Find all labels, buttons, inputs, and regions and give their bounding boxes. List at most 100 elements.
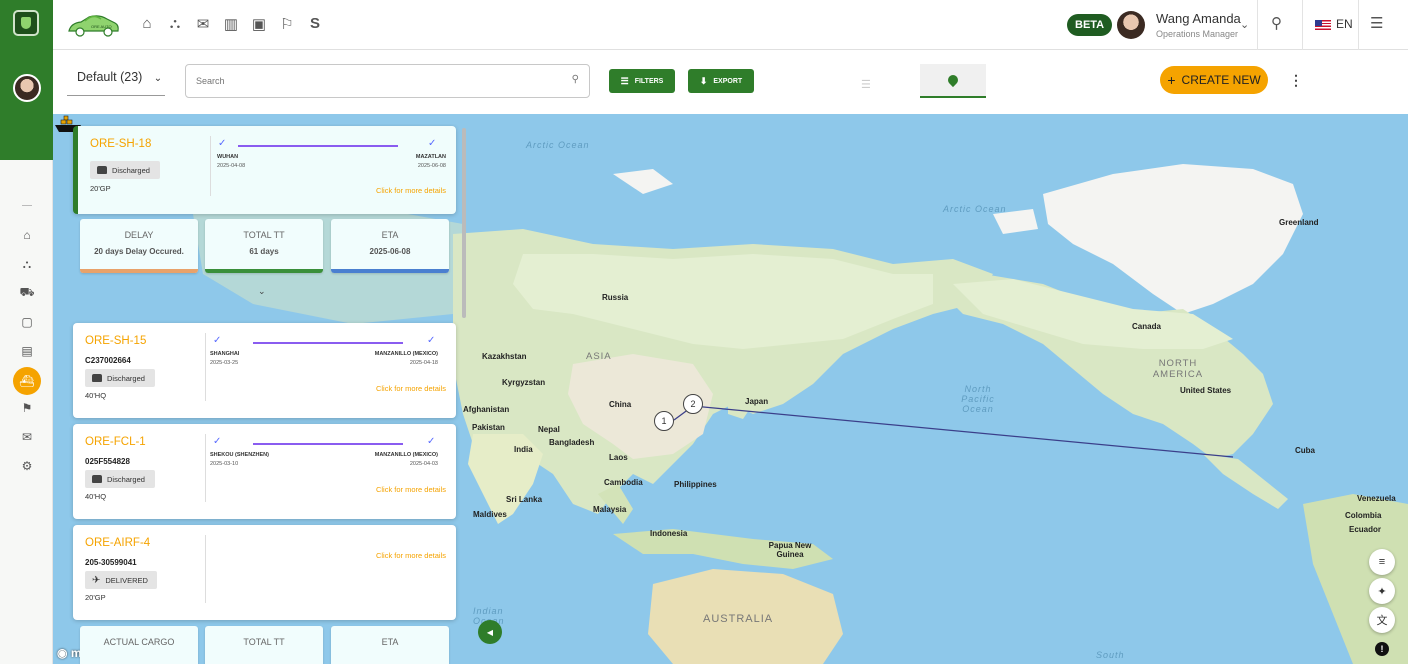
home-icon[interactable]: ⌂ <box>16 224 38 246</box>
shipment-card[interactable]: ORE-AIRF-4 205-30599041 ✈ DELIVERED 20'GP… <box>73 525 456 620</box>
shipment-id[interactable]: ORE-AIRF-4 <box>85 537 150 549</box>
flag-icon[interactable]: ⚑ <box>16 397 38 419</box>
map-cluster-marker[interactable]: 2 <box>683 394 703 414</box>
brand-car-logo[interactable]: ORE AUTO <box>65 11 121 39</box>
kpi-value: 2025-06-08 <box>369 247 411 256</box>
map-label-laos: Laos <box>609 453 628 462</box>
route-progress <box>238 145 398 147</box>
mail-icon[interactable]: ✉ <box>193 15 213 33</box>
rail-avatar[interactable] <box>13 74 41 102</box>
shipment-icon[interactable]: ⛴ <box>13 367 41 395</box>
search-field[interactable]: ⚲ <box>185 64 590 98</box>
us-flag-icon[interactable] <box>1315 20 1331 30</box>
export-button[interactable]: ⬇ EXPORT <box>688 69 754 93</box>
logo-mark-icon <box>21 17 31 29</box>
legend-icon[interactable]: ≡ <box>1369 549 1395 575</box>
status-label: Discharged <box>112 165 150 175</box>
s-icon[interactable]: S <box>305 15 325 32</box>
home-icon[interactable]: ⌂ <box>137 15 157 32</box>
container-type: 20'GP <box>90 184 111 193</box>
card-divider <box>205 333 206 401</box>
destination-date: 2025-06-08 <box>417 163 446 169</box>
map-label-canada: Canada <box>1132 322 1161 331</box>
kpi-title: ACTUAL CARGO <box>103 637 175 647</box>
status-label: Discharged <box>107 474 145 484</box>
document-icon[interactable]: ▢ <box>16 311 38 333</box>
shipment-card[interactable]: ORE-SH-18 Discharged 20'GP ✓ ✓ WUHAN 202… <box>73 126 456 214</box>
app-logo[interactable] <box>13 10 39 36</box>
language-selector[interactable]: EN <box>1336 17 1353 31</box>
user-avatar[interactable] <box>1117 11 1145 39</box>
map-label-ecuador: Ecuador <box>1349 525 1382 534</box>
map-label-philippines: Philippines <box>674 480 717 489</box>
details-link[interactable]: Click for more details <box>376 186 446 195</box>
map-label-colombia: Colombia <box>1345 511 1382 520</box>
map-label-malaysia: Malaysia <box>593 505 627 514</box>
map-label-bangladesh: Bangladesh <box>549 438 595 447</box>
destination-date: 2025-04-03 <box>409 461 438 467</box>
search-input[interactable] <box>196 66 556 96</box>
user-name[interactable]: Wang Amanda <box>1156 11 1241 26</box>
status-label: Discharged <box>107 373 145 383</box>
map-region-australia: AUSTRALIA <box>703 613 774 625</box>
info-icon[interactable]: ! <box>1375 642 1389 656</box>
shipment-id[interactable]: ORE-SH-15 <box>85 335 146 347</box>
route-progress <box>253 443 403 445</box>
kpi-total-tt: TOTAL TT 61 days <box>205 219 323 273</box>
mail-icon[interactable]: ✉ <box>16 426 38 448</box>
check-icon: ✓ <box>428 138 437 149</box>
shipment-reference: 205-30599041 <box>85 558 137 567</box>
translate-icon[interactable]: 文 <box>1369 607 1395 633</box>
shipment-id[interactable]: ORE-SH-18 <box>90 138 151 150</box>
building-icon[interactable]: ▥ <box>221 15 241 33</box>
flag-icon[interactable]: ⚐ <box>277 15 297 33</box>
shipment-reference: 025F554828 <box>85 457 130 466</box>
ship-icon <box>92 374 102 382</box>
kpi-actual-cargo: ACTUAL CARGO <box>80 626 198 664</box>
users-icon[interactable]: ⛬ <box>165 15 185 32</box>
kpi-bar <box>331 269 449 273</box>
container-type: 40'HQ <box>85 391 107 400</box>
list-menu-icon[interactable]: ☰ <box>1370 14 1383 32</box>
sparkle-icon[interactable]: ✦ <box>1369 578 1395 604</box>
contact-icon[interactable]: ▣ <box>249 15 269 33</box>
more-options-icon[interactable]: ⋮ <box>1289 72 1303 89</box>
topbar-divider <box>1257 0 1258 50</box>
map-label-venezuela: Venezuela <box>1357 494 1396 503</box>
search-icon[interactable]: ⚲ <box>1271 14 1282 32</box>
map-label-cuba: Cuba <box>1295 446 1315 455</box>
map-view-tab[interactable] <box>920 64 986 98</box>
view-dropdown[interactable]: Default (23) ⌄ <box>67 64 165 96</box>
chevron-down-icon[interactable]: ⌄ <box>258 286 266 297</box>
kpi-bar <box>80 269 198 273</box>
top-bar: ORE AUTO ⌂ ⛬ ✉ ▥ ▣ ⚐ S BETA Wang Amanda … <box>53 0 1408 50</box>
map-label-papua-new-guinea: Papua New Guinea <box>768 541 812 559</box>
map-cluster-marker[interactable]: 1 <box>654 411 674 431</box>
create-new-button[interactable]: + CREATE NEW <box>1160 66 1268 94</box>
panel-scrollbar[interactable] <box>462 128 466 318</box>
shipment-card[interactable]: ORE-SH-15 C237002664 Discharged 40'HQ ✓ … <box>73 323 456 418</box>
details-link[interactable]: Click for more details <box>376 384 446 393</box>
details-link[interactable]: Click for more details <box>376 485 446 494</box>
shipment-id[interactable]: ORE-FCL-1 <box>85 436 146 448</box>
chevron-down-icon[interactable]: ⌄ <box>1240 18 1249 31</box>
list-view-icon[interactable]: ☰ <box>861 78 871 91</box>
map-ocean-arctic-2: Arctic Ocean <box>943 204 1007 214</box>
users-icon[interactable]: ⛬ <box>16 253 38 275</box>
settings-icon[interactable]: ⚙ <box>16 455 38 477</box>
shipment-card[interactable]: ORE-FCL-1 025F554828 Discharged 40'HQ ✓ … <box>73 424 456 519</box>
kpi-title: ETA <box>381 230 399 240</box>
cart-icon[interactable]: ⛟ <box>16 282 38 304</box>
kpi-eta: ETA 2025-06-08 <box>331 219 449 273</box>
rail-divider <box>22 205 32 206</box>
shipment-panel: ORE-SH-18 Discharged 20'GP ✓ ✓ WUHAN 202… <box>66 124 470 664</box>
filters-button[interactable]: ☰ FILTERS <box>609 69 675 93</box>
plus-icon: + <box>1167 72 1176 88</box>
clipboard-icon[interactable]: ▤ <box>16 340 38 362</box>
filter-icon: ☰ <box>620 75 629 86</box>
route-progress <box>253 342 403 344</box>
search-icon[interactable]: ⚲ <box>572 74 579 85</box>
kpi-value: 61 days <box>249 247 279 256</box>
collapse-panel-button[interactable]: ◀ <box>478 620 502 644</box>
details-link[interactable]: Click for more details <box>376 551 446 560</box>
